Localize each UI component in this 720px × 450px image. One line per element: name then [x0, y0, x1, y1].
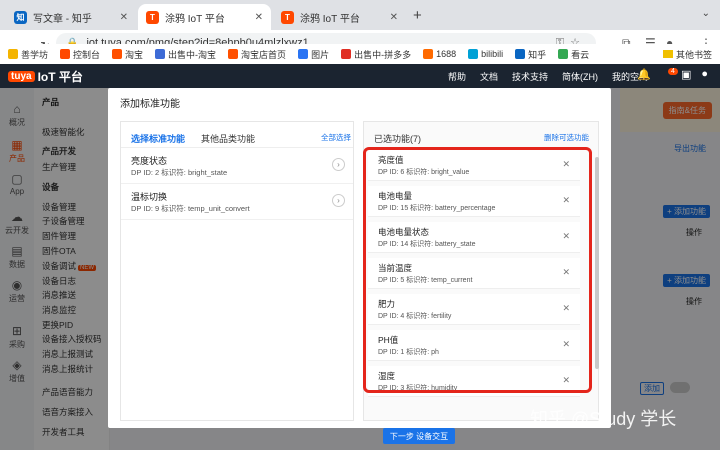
notification-badge: 4 — [668, 68, 678, 75]
tab-other-category-functions[interactable]: 其他品类功能 — [201, 132, 255, 145]
bookmark-favicon-icon — [112, 49, 123, 59]
tuya-favicon-icon: T — [281, 10, 294, 24]
select-all-link[interactable]: 全部选择 — [321, 132, 351, 143]
bookmark-item[interactable]: bilibili — [468, 49, 503, 59]
bookmark-favicon-icon — [468, 49, 479, 59]
scrollbar[interactable] — [595, 157, 599, 369]
nav-language[interactable]: 简体(ZH) — [562, 70, 598, 83]
browser-tab-1[interactable]: 知 写文章 - 知乎 ✕ — [6, 4, 136, 30]
bookmark-favicon-icon — [298, 49, 309, 59]
bookmark-item[interactable]: 出售中-淘宝 — [155, 48, 216, 61]
bookmark-item[interactable]: 看云 — [558, 48, 589, 61]
tab-search-icon[interactable]: ⌄ — [702, 8, 710, 19]
bookmark-favicon-icon — [341, 49, 352, 59]
bookmark-favicon-icon — [423, 49, 434, 59]
logo-text: IoT 平台 — [37, 69, 83, 84]
other-bookmarks-label: 其他书签 — [675, 49, 712, 60]
nav-help[interactable]: 帮助 — [448, 70, 466, 83]
chevron-right-icon[interactable]: › — [332, 158, 345, 171]
chevron-right-icon[interactable]: › — [332, 194, 345, 207]
tuya-logo[interactable]: tuya IoT 平台 — [8, 68, 83, 84]
bell-icon[interactable]: 🔔 4 — [637, 68, 678, 81]
function-row[interactable]: 亮度状态 DP ID: 2 标识符: bright_state › — [121, 148, 353, 184]
tuya-favicon-icon: T — [146, 10, 159, 24]
browser-tab-3[interactable]: T 涂鸦 IoT 平台 ✕ — [273, 4, 406, 30]
bookmarks-bar: 善学坊 控制台 淘宝 出售中-淘宝 淘宝店首页 图片 出售中-拼多多 1688 bilibili… — [0, 44, 720, 64]
bookmark-item[interactable]: 控制台 — [60, 48, 100, 61]
bookmark-label: 知乎 — [528, 49, 547, 60]
bookmark-label: bilibili — [481, 49, 504, 59]
bookmark-label: 出售中-拼多多 — [354, 49, 412, 60]
bookmark-label: 控制台 — [73, 49, 101, 60]
selected-count-header: 已选功能(7) — [374, 134, 421, 144]
function-title: 温标切换 — [131, 192, 168, 202]
next-step-button[interactable]: 下一步 设备交互 — [383, 428, 455, 444]
tuya-logo-mark: tuya — [8, 70, 35, 82]
clear-selected-link[interactable]: 删除可选功能 — [544, 132, 589, 143]
highlight-box — [363, 147, 592, 393]
folder-icon — [662, 50, 673, 58]
tab-standard-functions[interactable]: 选择标准功能 — [131, 132, 185, 145]
bookmark-favicon-icon — [8, 49, 18, 59]
nav-docs[interactable]: 文档 — [480, 70, 498, 83]
nav-support[interactable]: 技术支持 — [512, 70, 548, 83]
function-title: 亮度状态 — [131, 156, 168, 166]
bookmark-label: 图片 — [311, 49, 330, 60]
bookmark-favicon-icon — [155, 49, 166, 59]
close-tab-icon[interactable]: ✕ — [120, 12, 128, 23]
avatar[interactable]: ● — [701, 68, 708, 81]
bookmark-favicon-icon — [228, 49, 239, 59]
other-bookmarks[interactable]: 其他书签 — [662, 48, 712, 61]
zhihu-favicon-icon: 知 — [14, 10, 27, 24]
modal-title: 添加标准功能 — [120, 99, 180, 110]
tab-label: 涂鸦 IoT 平台 — [300, 13, 360, 25]
bookmark-label: 出售中-淘宝 — [168, 49, 217, 60]
bookmark-item[interactable]: 图片 — [298, 48, 329, 61]
bookmark-item[interactable]: 善学坊 — [8, 48, 48, 61]
bookmark-item[interactable]: 淘宝 — [112, 48, 143, 61]
bookmark-favicon-icon — [558, 49, 569, 59]
function-row[interactable]: 温标切换 DP ID: 9 标识符: temp_unit_convert › — [121, 184, 353, 220]
close-tab-icon[interactable]: ✕ — [255, 12, 263, 23]
top-icons: 🔔 4 ▣ ● — [627, 68, 708, 81]
browser-tab-bar: 知 写文章 - 知乎 ✕ T 涂鸦 IoT 平台 ✕ T 涂鸦 IoT 平台 ✕… — [0, 0, 720, 30]
bookmark-label: 看云 — [571, 49, 590, 60]
bookmark-label: 淘宝 — [125, 49, 144, 60]
bookmark-label: 淘宝店首页 — [241, 49, 287, 60]
tab-label: 写文章 - 知乎 — [33, 13, 92, 25]
standard-function-list: 选择标准功能 其他品类功能 全部选择 亮度状态 DP ID: 2 标识符: br… — [120, 121, 354, 421]
bookmark-item[interactable]: 知乎 — [515, 48, 546, 61]
bookmark-item[interactable]: 1688 — [423, 49, 456, 59]
shop-icon[interactable]: ▣ — [681, 68, 691, 81]
new-tab-icon[interactable]: + — [413, 7, 422, 24]
tab-label: 涂鸦 IoT 平台 — [165, 13, 225, 25]
bookmark-favicon-icon — [60, 49, 71, 59]
bookmark-item[interactable]: 出售中-拼多多 — [341, 48, 411, 61]
close-tab-icon[interactable]: ✕ — [390, 12, 398, 23]
function-meta: DP ID: 2 标识符: bright_state — [131, 168, 228, 177]
function-meta: DP ID: 9 标识符: temp_unit_convert — [131, 204, 250, 213]
watermark: 知乎 @Study 学长 — [530, 409, 677, 429]
bookmark-label: 善学坊 — [21, 49, 49, 60]
app-header: tuya IoT 平台 帮助 文档 技术支持 简体(ZH) 我的空间 🔔 4 ▣ … — [0, 64, 720, 88]
browser-tab-2[interactable]: T 涂鸦 IoT 平台 ✕ — [138, 4, 271, 30]
bookmark-label: 1688 — [436, 49, 457, 59]
bookmark-item[interactable]: 淘宝店首页 — [228, 48, 286, 61]
bookmark-favicon-icon — [515, 49, 526, 59]
